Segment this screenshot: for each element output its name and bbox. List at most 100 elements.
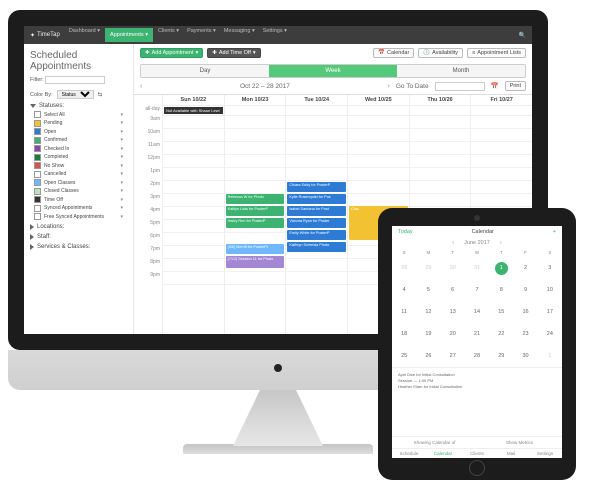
ipad-day-cell[interactable]: 29	[416, 257, 440, 279]
nav-item-clients[interactable]: Clients ▾	[155, 28, 182, 42]
section-staff[interactable]: Staff:	[30, 234, 127, 240]
ipad-footer-right[interactable]: Show Metrics	[477, 437, 562, 448]
ipad-day-cell[interactable]: 6	[441, 279, 465, 301]
status-item[interactable]: Synced Appointments▾	[34, 205, 127, 212]
calendar-event[interactable]: [7/12] Session 11 for Photo	[226, 256, 285, 268]
ipad-list-item[interactable]: Heather Elam for Initial Consultation	[398, 384, 556, 389]
day-header[interactable]: Wed 10/25	[347, 95, 409, 106]
ipad-day-cell[interactable]: 18	[392, 323, 416, 345]
status-item[interactable]: Confirmed▾	[34, 137, 127, 144]
nav-item-appointments[interactable]: Appointments ▾	[105, 28, 153, 42]
section-locations[interactable]: Locations:	[30, 224, 127, 230]
allday-cell[interactable]	[409, 106, 471, 116]
status-item[interactable]: Checked In▾	[34, 145, 127, 152]
ipad-day-cell[interactable]: 21	[465, 323, 489, 345]
status-item[interactable]: Pending▾	[34, 120, 127, 127]
day-column[interactable]: Chiara Eddy for PosterP Kylie Rosenquist …	[285, 116, 347, 334]
ipad-day-cell[interactable]: 10	[538, 279, 562, 301]
nav-item-payments[interactable]: Payments ▾	[184, 28, 219, 42]
ipad-day-cell[interactable]: 19	[416, 323, 440, 345]
ipad-list-item[interactable]: Session — 1:00 PM	[398, 378, 556, 383]
ipad-day-cell[interactable]: 24	[538, 323, 562, 345]
prev-week-button[interactable]: ‹	[140, 83, 142, 90]
allday-cell[interactable]	[285, 106, 347, 116]
print-button[interactable]: Print	[505, 81, 526, 91]
availability-button[interactable]: 🕓 Availability	[418, 48, 463, 58]
ipad-day-cell[interactable]: 27	[441, 345, 465, 367]
status-item[interactable]: Cancelled▾	[34, 171, 127, 178]
nav-item-settings[interactable]: Settings ▾	[260, 28, 290, 42]
appointment-lists-button[interactable]: ≡ Appointment Lists	[467, 48, 526, 58]
calendar-event[interactable]: Emily White for PosterP	[287, 230, 346, 240]
status-item[interactable]: Completed▾	[34, 154, 127, 161]
status-item[interactable]: Time Off▾	[34, 196, 127, 203]
ipad-day-cell[interactable]: 31	[465, 257, 489, 279]
colorby-select[interactable]: Status	[57, 90, 94, 99]
ipad-day-cell[interactable]: 22	[489, 323, 513, 345]
ipad-day-cell[interactable]: 28	[465, 345, 489, 367]
ipad-day-cell[interactable]: 29	[489, 345, 513, 367]
ipad-today-button[interactable]: Today	[398, 229, 413, 235]
day-column[interactable]: Rebecca W for Photo Kaitlyn Lists for Pos…	[224, 116, 286, 334]
ipad-day-cell[interactable]: 1	[538, 345, 562, 367]
status-item[interactable]: Open Classes▾	[34, 179, 127, 186]
ipad-day-cell[interactable]: 8	[489, 279, 513, 301]
ipad-day-cell[interactable]: 30	[441, 257, 465, 279]
ipad-day-cell[interactable]: 12	[416, 301, 440, 323]
day-header[interactable]: Sun 10/22	[162, 95, 224, 106]
status-item[interactable]: Closed Classes▾	[34, 188, 127, 195]
nav-item-messaging[interactable]: Messaging ▾	[221, 28, 258, 42]
calendar-event[interactable]: Kaitlyn Lists for PosterP	[226, 206, 285, 216]
calendar-event[interactable]: Kathryn Schmida Photo	[287, 242, 346, 252]
ipad-day-cell[interactable]: 3	[538, 257, 562, 279]
ipad-tab[interactable]: Settings	[528, 449, 562, 458]
calendar-event[interactable]: Kylie Rosenquist for Pos	[287, 194, 346, 204]
calendar-picker-icon[interactable]: 📅	[491, 82, 499, 90]
calendar-event[interactable]: Isabel Santana for Post	[287, 206, 346, 216]
ipad-day-cell[interactable]: 9	[513, 279, 537, 301]
calendar-event[interactable]: Haley Ren for PosterP	[226, 218, 285, 228]
ipad-day-cell[interactable]: 5	[416, 279, 440, 301]
day-header[interactable]: Fri 10/27	[470, 95, 532, 106]
tab-week[interactable]: Week	[269, 65, 397, 77]
tab-month[interactable]: Month	[397, 65, 525, 77]
ipad-day-cell[interactable]: 11	[392, 301, 416, 323]
allday-event[interactable]: Not Available with Shaun Lewi	[164, 107, 223, 114]
tab-day[interactable]: Day	[141, 65, 269, 77]
ipad-day-cell[interactable]: 1	[489, 257, 513, 279]
ipad-list-item[interactable]: April Dice for Initial Consultation	[398, 372, 556, 377]
ipad-day-cell[interactable]: 26	[416, 345, 440, 367]
ipad-add-button[interactable]: +	[553, 229, 556, 235]
ipad-day-cell[interactable]: 17	[538, 301, 562, 323]
day-header[interactable]: Mon 10/23	[224, 95, 286, 106]
ipad-next-month[interactable]: ›	[500, 240, 502, 246]
ipad-tab[interactable]: Clients	[460, 449, 494, 458]
allday-cell[interactable]: Not Available with Shaun Lewi	[162, 106, 224, 116]
calendar-event[interactable]: Chiara Eddy for PosterP	[287, 182, 346, 192]
ipad-day-cell[interactable]: 7	[465, 279, 489, 301]
ipad-day-cell[interactable]: 20	[441, 323, 465, 345]
ipad-footer-left[interactable]: Showing Calendar of	[392, 437, 477, 448]
search-icon[interactable]: 🔍	[519, 32, 526, 39]
brand[interactable]: ✦ TimeTap	[30, 32, 60, 39]
status-item[interactable]: Open▾	[34, 128, 127, 135]
allday-cell[interactable]	[224, 106, 286, 116]
colorby-toggle-icon[interactable]: ⇆	[98, 92, 103, 98]
status-item[interactable]: Select All▾	[34, 111, 127, 118]
ipad-day-cell[interactable]: 16	[513, 301, 537, 323]
ipad-prev-month[interactable]: ‹	[452, 240, 454, 246]
ipad-tab[interactable]: Mail	[494, 449, 528, 458]
go-to-date-input[interactable]	[435, 82, 485, 91]
ipad-day-cell[interactable]: 28	[392, 257, 416, 279]
add-timeoff-button[interactable]: ✚ Add Time Off ▾	[207, 48, 260, 58]
next-week-button[interactable]: ›	[387, 83, 389, 90]
ipad-day-cell[interactable]: 15	[489, 301, 513, 323]
calendar-event[interactable]: Rebecca W for Photo	[226, 194, 285, 204]
ipad-tab[interactable]: Calendar	[426, 449, 460, 458]
add-appointment-button[interactable]: ✚ Add Appointment ▾	[140, 48, 203, 58]
filter-input[interactable]	[45, 76, 105, 84]
ipad-day-cell[interactable]: 14	[465, 301, 489, 323]
status-item[interactable]: No Show▾	[34, 162, 127, 169]
calendar-event[interactable]: Victoria Ryan for Poster	[287, 218, 346, 228]
nav-item-dashboard[interactable]: Dashboard ▾	[66, 28, 103, 42]
